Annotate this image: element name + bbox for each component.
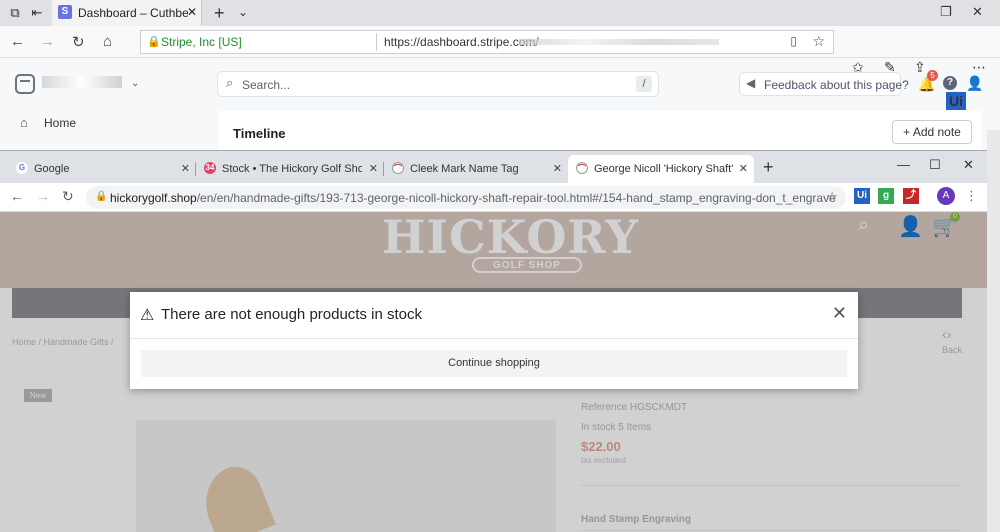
shop-page: HICKORY GOLF SHOP ⌕ 👤 🛒 0 Home / Handmad… (0, 210, 987, 532)
redacted-url (519, 39, 719, 45)
tab-stock[interactable]: 34 Stock • The Hickory Golf Shop ✕ (196, 155, 384, 183)
stock-modal: ⚠ There are not enough products in stock… (130, 292, 858, 389)
close-icon[interactable]: ✕ (181, 162, 190, 175)
tab-title: Google (34, 163, 70, 175)
chrome-tab-bar: G Google ✕ 34 Stock • The Hickory Golf S… (0, 151, 987, 183)
modal-title: There are not enough products in stock (161, 306, 422, 323)
google-favicon-icon: G (16, 162, 28, 174)
back-arrow-icon[interactable]: ← (10, 33, 25, 50)
close-icon[interactable]: ✕ (739, 162, 748, 175)
chrome-address-bar[interactable]: 🔒 hickorygolf.shop/en/en/handmade-gifts/… (86, 186, 846, 209)
feedback-label: Feedback about this page? (764, 78, 909, 92)
hickory-favicon-icon: ⌒ (392, 162, 404, 174)
warning-icon: ⚠ (140, 307, 155, 324)
reading-view-icon[interactable]: ▯ (790, 34, 797, 48)
minimize-window-icon[interactable]: — (897, 157, 910, 172)
favorite-star-icon[interactable]: ☆ (812, 33, 825, 50)
close-icon[interactable]: ✕ (187, 5, 197, 19)
avatar[interactable]: A (937, 187, 955, 205)
continue-shopping-button[interactable]: Continue shopping (141, 350, 847, 377)
lock-icon: 🔒 (147, 36, 161, 48)
close-icon[interactable]: ✕ (832, 303, 847, 324)
search-icon: ⌕ (226, 75, 234, 90)
edge-tab-dashboard[interactable]: S Dashboard – Cuthbert & ✕ (52, 0, 202, 26)
chrome-nav-bar: ← → ↻ 🔒 hickorygolf.shop/en/en/handmade-… (0, 183, 987, 212)
site-identity: Stripe, Inc [US] (161, 35, 242, 49)
add-note-button[interactable]: + Add note (892, 120, 972, 144)
tab-title: George Nicoll 'Hickory Shaft' Rep (594, 163, 734, 175)
megaphone-icon: ◀ (746, 76, 756, 90)
redacted-account-name[interactable] (42, 76, 122, 88)
tab-cleek-mark[interactable]: ⌒ Cleek Mark Name Tag ✕ (384, 155, 568, 183)
tab-google[interactable]: G Google ✕ (8, 155, 196, 183)
more-icon[interactable]: ⋯ (972, 59, 986, 76)
close-window-icon[interactable]: ✕ (972, 4, 983, 20)
lock-icon: 🔒 (95, 191, 108, 202)
google-ext-icon[interactable]: g (878, 188, 894, 204)
edge-tab-title: Dashboard – Cuthbert & (78, 6, 188, 20)
chevron-down-icon[interactable]: ⌄ (131, 78, 139, 89)
edge-tab-bar: ⧉ ⇤ S Dashboard – Cuthbert & ✕ + ⌄ ❐ ✕ (0, 0, 1000, 26)
edge-nav-bar: ← → ↻ ⌂ 🔒 Stripe, Inc [US] https://dashb… (0, 26, 1000, 110)
restore-window-icon[interactable]: ❐ (940, 4, 952, 20)
hickory-favicon-icon: ⌒ (576, 162, 588, 174)
stripe-favicon-icon: S (58, 5, 72, 19)
timeline-title: Timeline (233, 126, 286, 141)
set-tabs-aside-icon[interactable]: ⇤ (28, 4, 46, 22)
maximize-window-icon[interactable]: ☐ (929, 157, 941, 173)
feedback-button[interactable]: ◀ Feedback about this page? (740, 73, 909, 95)
divider (376, 33, 377, 51)
scrollbar[interactable] (987, 130, 1000, 532)
search-placeholder: Search... (242, 78, 291, 92)
badge-favicon-icon: 34 (204, 162, 216, 174)
close-icon[interactable]: ✕ (369, 162, 378, 175)
share-icon[interactable]: ⇪ (914, 59, 926, 76)
ui-extension-icon[interactable]: Ui (854, 188, 870, 204)
tab-actions-icon[interactable]: ⧉ (6, 4, 24, 22)
tab-title: Cleek Mark Name Tag (410, 163, 519, 175)
pdf-ext-icon[interactable]: ⤴ (903, 188, 919, 204)
forward-arrow-icon[interactable]: → (36, 188, 50, 204)
tab-george-nicoll[interactable]: ⌒ George Nicoll 'Hickory Shaft' Rep ✕ (568, 155, 754, 183)
help-icon[interactable]: ? (943, 76, 957, 90)
search-input[interactable]: ⌕ Search... / (218, 72, 658, 96)
back-arrow-icon[interactable]: ← (10, 188, 24, 204)
search-shortcut: / (636, 76, 652, 92)
forward-arrow-icon[interactable]: → (40, 33, 55, 50)
tab-title: Stock • The Hickory Golf Shop (222, 163, 362, 175)
bookmark-star-icon[interactable]: ☆ (826, 189, 838, 205)
new-tab-icon[interactable]: + (214, 3, 225, 24)
edge-url: https://dashboard.stripe.com/ (384, 35, 539, 49)
close-icon[interactable]: ✕ (553, 162, 562, 175)
modal-header: ⚠ There are not enough products in stock… (130, 292, 858, 339)
chrome-window: G Google ✕ 34 Stock • The Hickory Golf S… (0, 150, 987, 532)
home-icon[interactable]: ⌂ (103, 33, 112, 50)
close-window-icon[interactable]: ✕ (963, 157, 974, 173)
account-logo-icon[interactable] (15, 74, 35, 94)
user-icon[interactable]: 👤 (966, 75, 983, 92)
chrome-url: hickorygolf.shop/en/en/handmade-gifts/19… (110, 191, 836, 205)
chevron-down-icon[interactable]: ⌄ (238, 5, 248, 19)
refresh-icon[interactable]: ↻ (72, 33, 85, 51)
home-icon[interactable]: ⌂ (20, 115, 28, 130)
refresh-icon[interactable]: ↻ (62, 188, 74, 205)
notification-count: 5 (927, 70, 938, 81)
edge-address-bar[interactable]: 🔒 Stripe, Inc [US] https://dashboard.str… (140, 30, 834, 54)
new-tab-icon[interactable]: + (763, 157, 774, 178)
sidebar-item-home[interactable]: Home (44, 116, 76, 130)
menu-icon[interactable]: ⋮ (965, 188, 978, 204)
